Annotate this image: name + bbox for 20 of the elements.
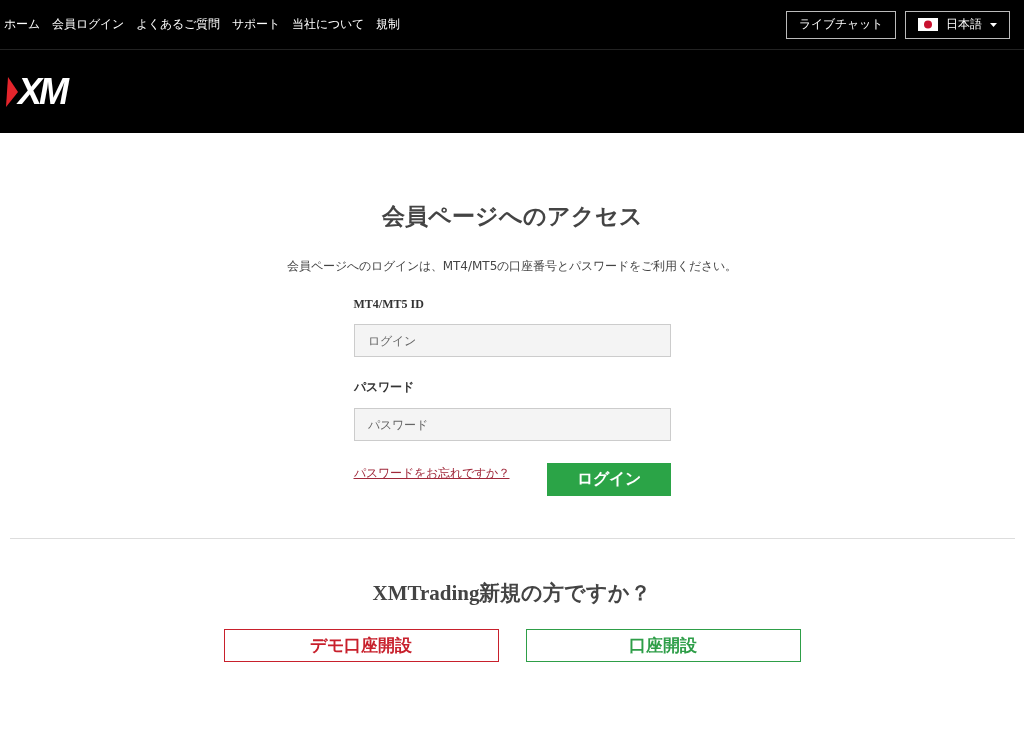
logo[interactable]: XM	[6, 70, 66, 113]
flag-icon	[918, 18, 938, 31]
nav-link[interactable]: 会員ログイン	[52, 16, 124, 33]
caret-icon	[990, 22, 997, 27]
page-title: 会員ページへのアクセス	[381, 202, 643, 231]
field-label: MT4/MT5 ID	[353, 297, 425, 312]
nav-link[interactable]: よくあるご質問	[136, 16, 220, 33]
language-button[interactable]: 日本語	[905, 10, 1010, 39]
intro-text: 会員ページへのログインは、MT4/MT5の口座番号とパスワードをご利用ください。	[286, 258, 738, 275]
field-label: パスワード	[353, 379, 415, 396]
input-field[interactable]: ログイン	[353, 324, 671, 357]
nav-link[interactable]: サポート	[232, 16, 280, 33]
nav-link[interactable]: 規制	[376, 16, 400, 33]
nav-link[interactable]: ホーム	[4, 16, 40, 33]
open-account-button[interactable]: デモ口座開設	[223, 629, 499, 662]
live-chat-button[interactable]: ライブチャット	[786, 10, 896, 39]
nav-link[interactable]: 当社について	[292, 16, 364, 33]
signup-title: XMTrading新規の方ですか？	[372, 580, 652, 607]
forgot-password-link[interactable]: パスワードをお忘れですか？	[353, 465, 510, 482]
input-field[interactable]: パスワード	[353, 408, 671, 441]
